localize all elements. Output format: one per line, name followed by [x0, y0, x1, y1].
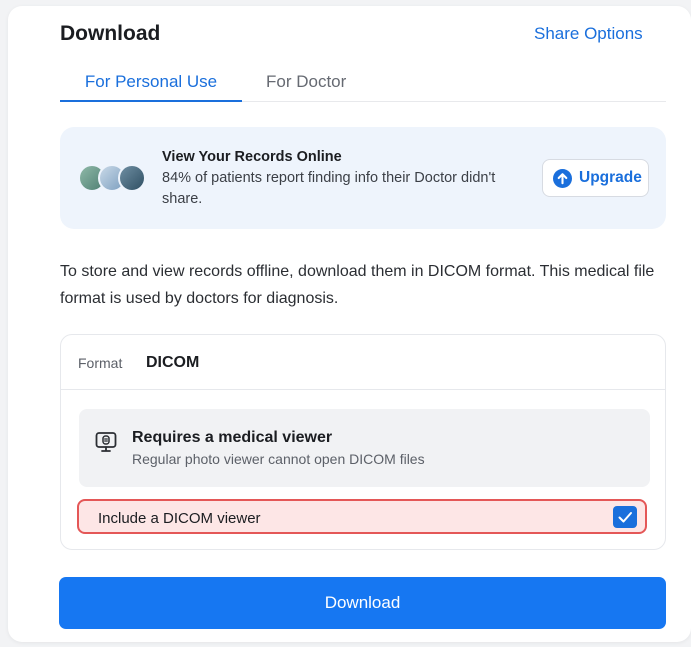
page-title: Download	[60, 22, 161, 45]
format-card: Format DICOM Requires a medical viewer R…	[60, 334, 666, 550]
medical-viewer-icon	[95, 432, 117, 452]
medical-viewer-notice: Requires a medical viewer Regular photo …	[79, 409, 650, 487]
share-options-link[interactable]: Share Options	[534, 24, 643, 44]
tab-bar: For Personal Use For Doctor	[60, 66, 666, 102]
format-value: DICOM	[146, 354, 200, 371]
upgrade-label: Upgrade	[579, 169, 642, 186]
checkmark-icon	[618, 512, 632, 523]
dicom-description: To store and view records offline, downl…	[60, 263, 655, 307]
format-row: Format DICOM	[61, 335, 665, 390]
banner-text: 84% of patients report finding info thei…	[162, 170, 496, 207]
include-dicom-viewer-option[interactable]: Include a DICOM viewer	[77, 499, 647, 534]
include-viewer-checkbox[interactable]	[613, 506, 637, 528]
patient-avatars	[78, 164, 148, 194]
format-label: Format	[78, 355, 123, 371]
records-online-banner: View Your Records Online 84% of patients…	[60, 127, 666, 229]
requirement-title: Requires a medical viewer	[132, 429, 333, 446]
arrow-up-circle-icon	[553, 169, 572, 188]
tab-personal-use[interactable]: For Personal Use	[60, 66, 242, 102]
requirement-subtitle: Regular photo viewer cannot open DICOM f…	[132, 451, 425, 467]
tab-for-doctor[interactable]: For Doctor	[266, 66, 346, 102]
avatar	[118, 164, 146, 192]
include-viewer-label: Include a DICOM viewer	[98, 510, 261, 527]
download-button[interactable]: Download	[59, 577, 666, 629]
upgrade-button[interactable]: Upgrade	[542, 159, 649, 197]
banner-title: View Your Records Online	[162, 149, 342, 165]
